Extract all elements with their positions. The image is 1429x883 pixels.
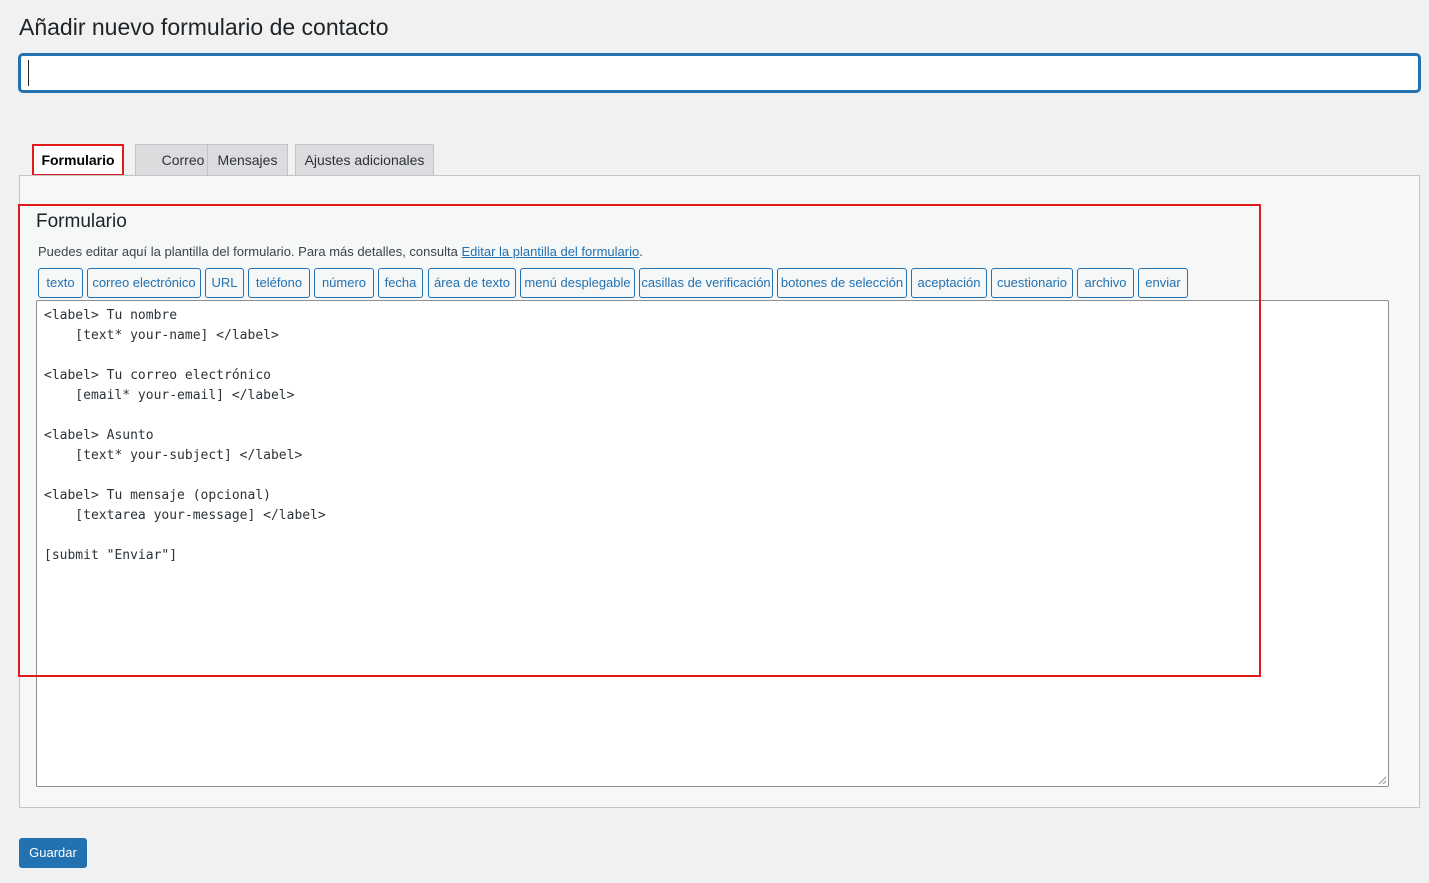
tag-button-texto[interactable]: texto	[38, 268, 83, 298]
tag-button-telefono[interactable]: teléfono	[248, 268, 310, 298]
tag-button-url[interactable]: URL	[205, 268, 244, 298]
edit-template-link[interactable]: Editar la plantilla del formulario	[461, 244, 639, 259]
form-help-text: Puedes editar aquí la plantilla del form…	[38, 244, 643, 259]
tag-button-archivo[interactable]: archivo	[1077, 268, 1134, 298]
tag-button-cuestionario[interactable]: cuestionario	[991, 268, 1073, 298]
page-title: Añadir nuevo formulario de contacto	[19, 14, 389, 40]
save-button[interactable]: Guardar	[19, 838, 87, 868]
tag-button-enviar[interactable]: enviar	[1138, 268, 1188, 298]
tab-ajustes-adicionales[interactable]: Ajustes adicionales	[295, 144, 434, 176]
tab-formulario[interactable]: Formulario	[32, 144, 124, 176]
tag-button-menu-desplegable[interactable]: menú desplegable	[520, 268, 635, 298]
form-section-heading: Formulario	[36, 211, 127, 232]
tag-button-fecha[interactable]: fecha	[378, 268, 423, 298]
text-cursor	[28, 60, 29, 86]
contact-form-editor-page: Añadir nuevo formulario de contacto Form…	[0, 0, 1429, 883]
tag-button-botones-de-seleccion[interactable]: botones de selección	[777, 268, 907, 298]
tab-mensajes[interactable]: Mensajes	[207, 144, 288, 176]
help-text-suffix: .	[639, 244, 643, 259]
tag-button-correo-electronico[interactable]: correo electrónico	[87, 268, 201, 298]
tag-button-numero[interactable]: número	[314, 268, 374, 298]
tag-button-area-de-texto[interactable]: área de texto	[428, 268, 516, 298]
resize-handle-icon[interactable]	[1377, 775, 1387, 785]
tag-button-casillas-de-verificacion[interactable]: casillas de verificación	[639, 268, 773, 298]
form-template-editor[interactable]	[36, 300, 1389, 787]
tag-button-aceptacion[interactable]: aceptación	[911, 268, 987, 298]
form-title-input[interactable]	[19, 54, 1420, 92]
help-text-body: Puedes editar aquí la plantilla del form…	[38, 244, 462, 259]
